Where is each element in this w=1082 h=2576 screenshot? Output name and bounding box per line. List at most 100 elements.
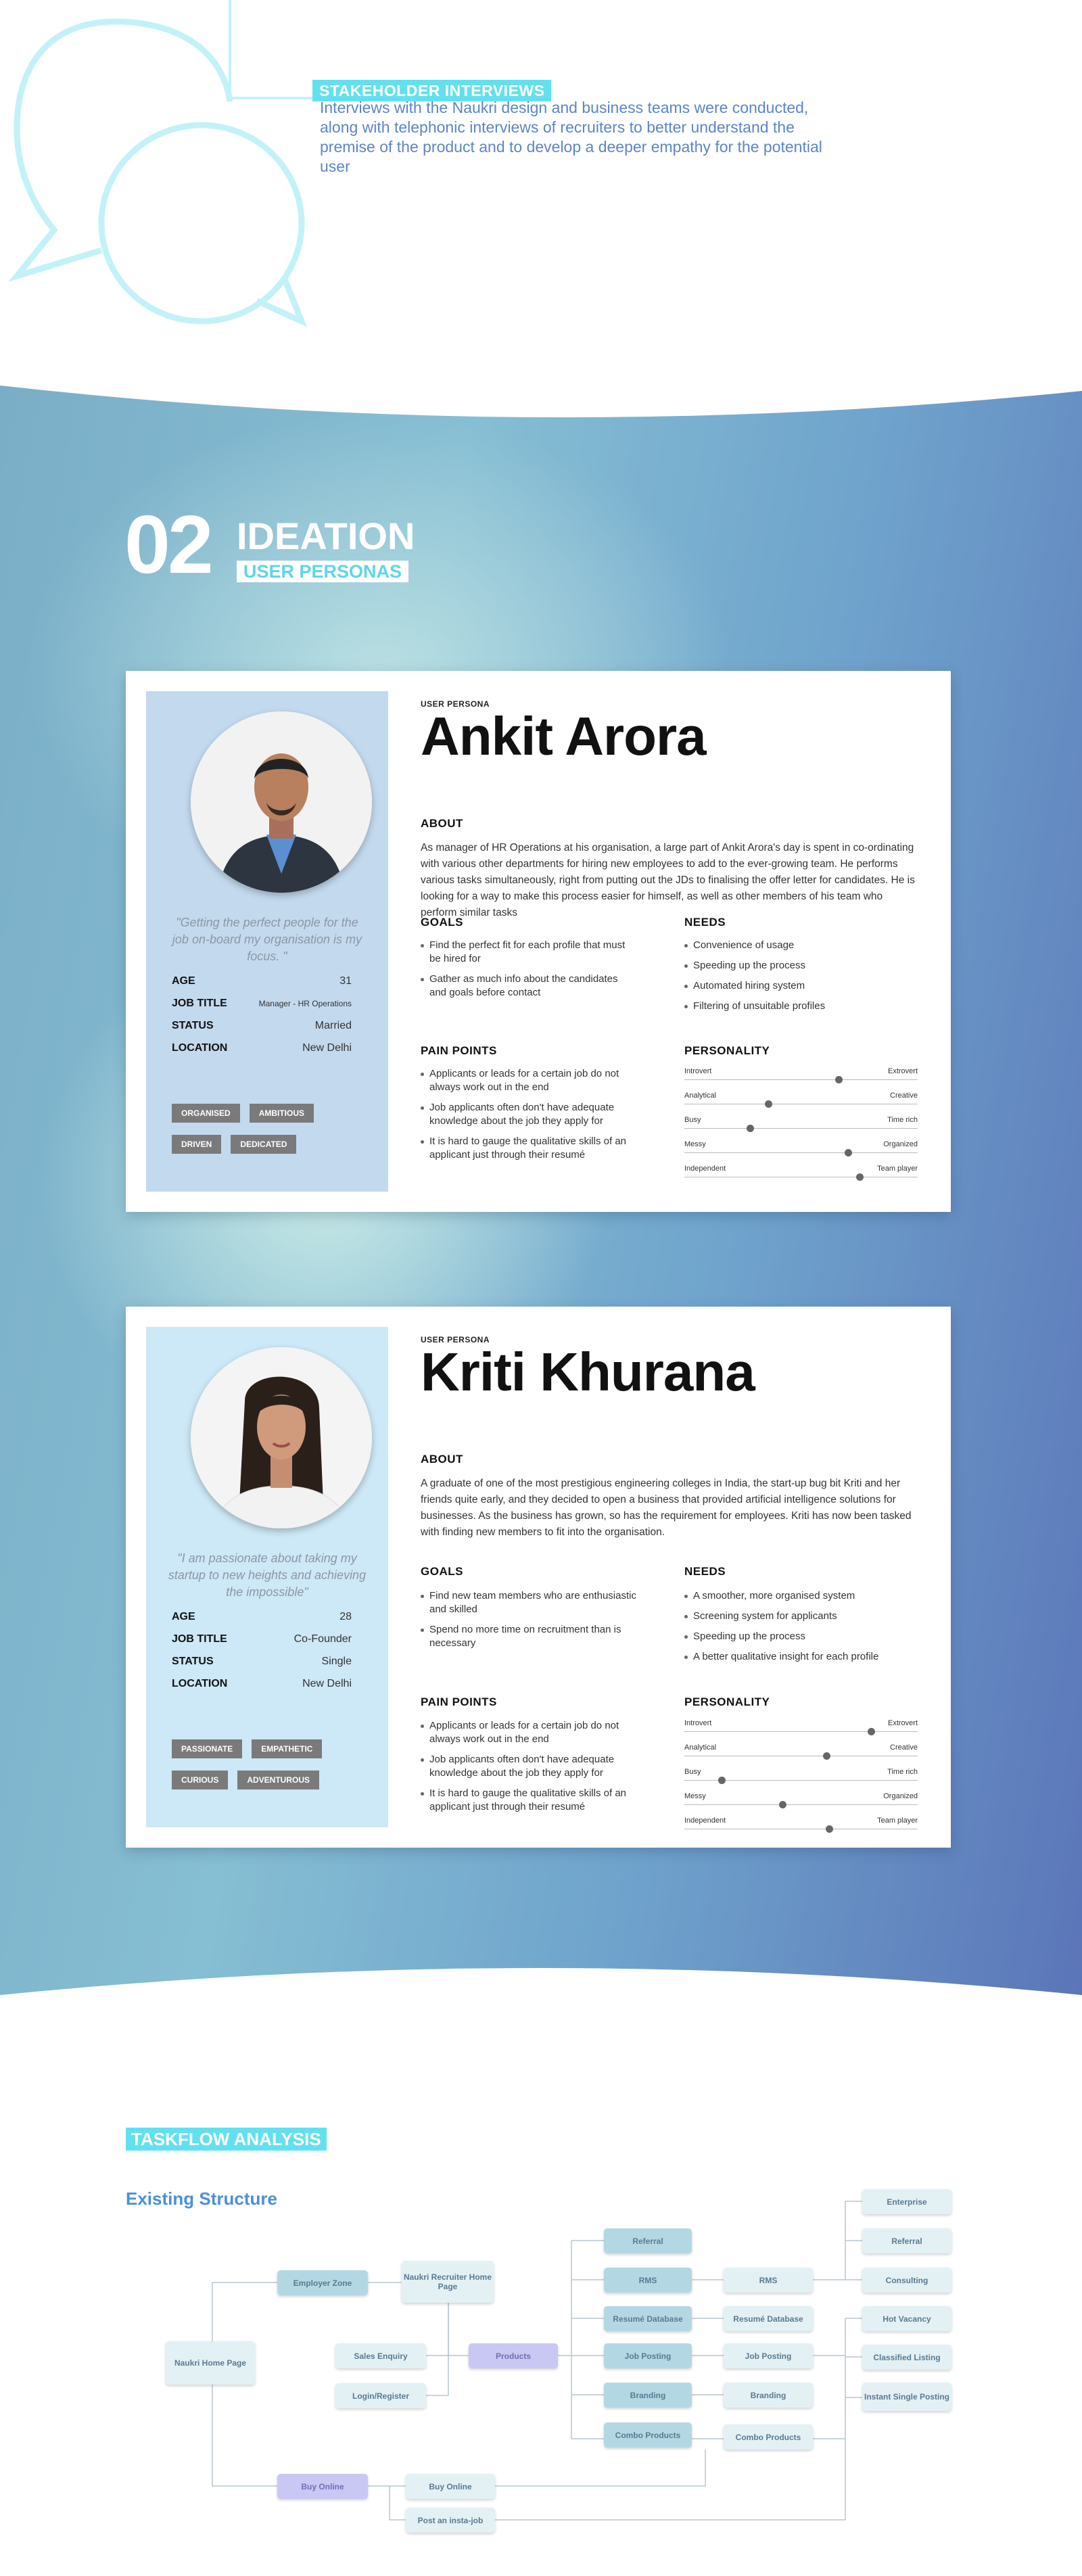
trait-tag: DRIVEN xyxy=(172,1135,222,1154)
fact-value: Manager - HR Operations xyxy=(258,999,352,1008)
about-heading: ABOUT xyxy=(421,1453,463,1466)
trait-tags: ORGANISED AMBITIOUS DRIVEN DEDICATED xyxy=(172,1104,375,1166)
trait-tag: ADVENTUROUS xyxy=(237,1771,320,1789)
personality-slider: Busy Time rich xyxy=(684,1116,918,1140)
fact-value: 28 xyxy=(339,1611,352,1622)
persona-facts: AGE 28 JOB TITLE Co-Founder STATUS Single L… xyxy=(172,1611,352,1700)
pain-points-heading: PAIN POINTS xyxy=(421,1044,497,1057)
list-item: Applicants or leads for a certain job do… xyxy=(421,1067,651,1094)
slider-right-label: Time rich xyxy=(887,1116,918,1124)
speech-bubbles-icon xyxy=(8,0,312,327)
slider-track xyxy=(684,1152,918,1153)
fact-value: New Delhi xyxy=(302,1678,352,1689)
needs-list: Convenience of usage Speeding up the pro… xyxy=(684,939,914,1020)
about-heading: ABOUT xyxy=(421,817,463,830)
node-recruiter-home: Naukri Recruiter Home Page xyxy=(402,2261,494,2303)
fact-status: STATUS Married xyxy=(172,1020,352,1042)
persona-card-kriti: "I am passionate about taking my startup… xyxy=(126,1307,951,1848)
slider-knob xyxy=(746,1125,754,1132)
fact-label: STATUS xyxy=(172,1656,214,1667)
slider-knob xyxy=(855,1173,864,1181)
slider-right-label: Team player xyxy=(877,1165,918,1173)
node-naukri-home: Naukri Home Page xyxy=(166,2341,255,2385)
trait-tag: AMBITIOUS xyxy=(249,1104,314,1123)
persona-facts: AGE 31 JOB TITLE Manager - HR Operations S… xyxy=(172,975,352,1064)
node-resume-db-b: Resumé Database xyxy=(724,2306,813,2331)
node-login-register: Login/Register xyxy=(335,2383,426,2408)
pain-points-list: Applicants or leads for a certain job do… xyxy=(421,1067,651,1169)
node-branding-a: Branding xyxy=(604,2383,692,2408)
list-item: Job applicants often don't have adequate… xyxy=(421,1101,651,1128)
node-enterprise: Enterprise xyxy=(862,2189,951,2214)
fact-job-title: JOB TITLE Manager - HR Operations xyxy=(172,998,352,1020)
personality-slider: Independent Team player xyxy=(684,1817,918,1841)
list-item: A better qualitative insight for each pr… xyxy=(684,1650,914,1664)
slider-track xyxy=(684,1804,918,1805)
man-portrait-icon xyxy=(191,711,372,893)
fact-location: LOCATION New Delhi xyxy=(172,1678,352,1700)
list-item: A smoother, more organised system xyxy=(684,1589,914,1603)
personality-heading: PERSONALITY xyxy=(684,1695,770,1708)
slider-left-label: Analytical xyxy=(684,1092,717,1100)
node-referral-a: Referral xyxy=(604,2228,692,2253)
personality-slider: Independent Team player xyxy=(684,1165,918,1189)
personality-slider: Introvert Extrovert xyxy=(684,1067,918,1092)
needs-heading: NEEDS xyxy=(684,916,726,929)
fact-label: AGE xyxy=(172,975,195,987)
node-resume-db-a: Resumé Database xyxy=(604,2306,692,2331)
avatar xyxy=(191,711,372,893)
slider-right-label: Creative xyxy=(890,1743,918,1752)
node-insta-job: Post an insta-job xyxy=(406,2508,495,2533)
node-employer-zone: Employer Zone xyxy=(277,2270,368,2295)
top-wave xyxy=(0,385,1082,418)
slider-right-label: Organized xyxy=(883,1792,918,1800)
fact-value: Married xyxy=(314,1020,352,1031)
list-item: Spend no more time on recruitment than i… xyxy=(421,1623,637,1650)
persona-quote: "I am passionate about taking my startup… xyxy=(168,1551,367,1599)
list-item: Convenience of usage xyxy=(684,939,914,952)
slider-knob xyxy=(868,1728,875,1735)
fact-label: STATUS xyxy=(172,1020,214,1031)
persona-card-ankit: "Getting the perfect people for the job … xyxy=(126,671,951,1212)
fact-label: JOB TITLE xyxy=(172,998,227,1009)
pain-points-heading: PAIN POINTS xyxy=(421,1695,497,1708)
persona-name: Ankit Arora xyxy=(421,706,707,766)
goals-list: Find the perfect fit for each profile th… xyxy=(421,939,637,1006)
list-item: Screening system for applicants xyxy=(684,1610,914,1623)
slider-left-label: Busy xyxy=(684,1116,701,1124)
slider-right-label: Creative xyxy=(890,1092,918,1100)
list-item: Applicants or leads for a certain job do… xyxy=(421,1719,651,1746)
about-text: A graduate of one of the most prestigiou… xyxy=(421,1478,912,1538)
personality-sliders: Introvert Extrovert Analytical Creative Busy… xyxy=(684,1719,918,1841)
fact-value: Co-Founder xyxy=(293,1633,352,1645)
list-item: Automated hiring system xyxy=(684,979,914,993)
slider-right-label: Time rich xyxy=(887,1768,918,1776)
needs-list: A smoother, more organised system Screen… xyxy=(684,1589,914,1670)
trait-tag: PASSIONATE xyxy=(172,1739,243,1758)
node-referral-b: Referral xyxy=(862,2228,951,2253)
trait-tag: EMPATHETIC xyxy=(252,1739,323,1758)
slider-right-label: Extrovert xyxy=(887,1719,918,1727)
list-item: Gather as much info about the candidates… xyxy=(421,973,637,1000)
list-item: Find the perfect fit for each profile th… xyxy=(421,939,637,966)
bottom-wave xyxy=(0,1968,1082,2009)
persona-sidebar: "Getting the perfect people for the job … xyxy=(146,691,388,1192)
slider-right-label: Team player xyxy=(877,1817,918,1825)
woman-portrait-icon xyxy=(191,1347,372,1528)
needs-heading: NEEDS xyxy=(684,1565,726,1578)
personality-slider: Analytical Creative xyxy=(684,1743,918,1768)
slider-knob xyxy=(718,1777,726,1784)
pain-points-list: Applicants or leads for a certain job do… xyxy=(421,1719,651,1821)
slider-left-label: Busy xyxy=(684,1768,701,1776)
slider-knob xyxy=(778,1801,786,1808)
trait-tag: ORGANISED xyxy=(172,1104,240,1123)
section-title: IDEATION xyxy=(237,515,415,557)
trait-tags: PASSIONATE EMPATHETIC CURIOUS ADVENTUROUS xyxy=(172,1739,375,1802)
slider-left-label: Introvert xyxy=(684,1067,712,1075)
fact-age: AGE 31 xyxy=(172,975,352,998)
stakeholder-section: STAKEHOLDER INTERVIEWS Interviews with t… xyxy=(0,0,1082,419)
slider-left-label: Introvert xyxy=(684,1719,712,1727)
trait-tag: CURIOUS xyxy=(172,1771,229,1789)
list-item: Job applicants often don't have adequate… xyxy=(421,1753,651,1780)
slider-track xyxy=(684,1079,918,1080)
